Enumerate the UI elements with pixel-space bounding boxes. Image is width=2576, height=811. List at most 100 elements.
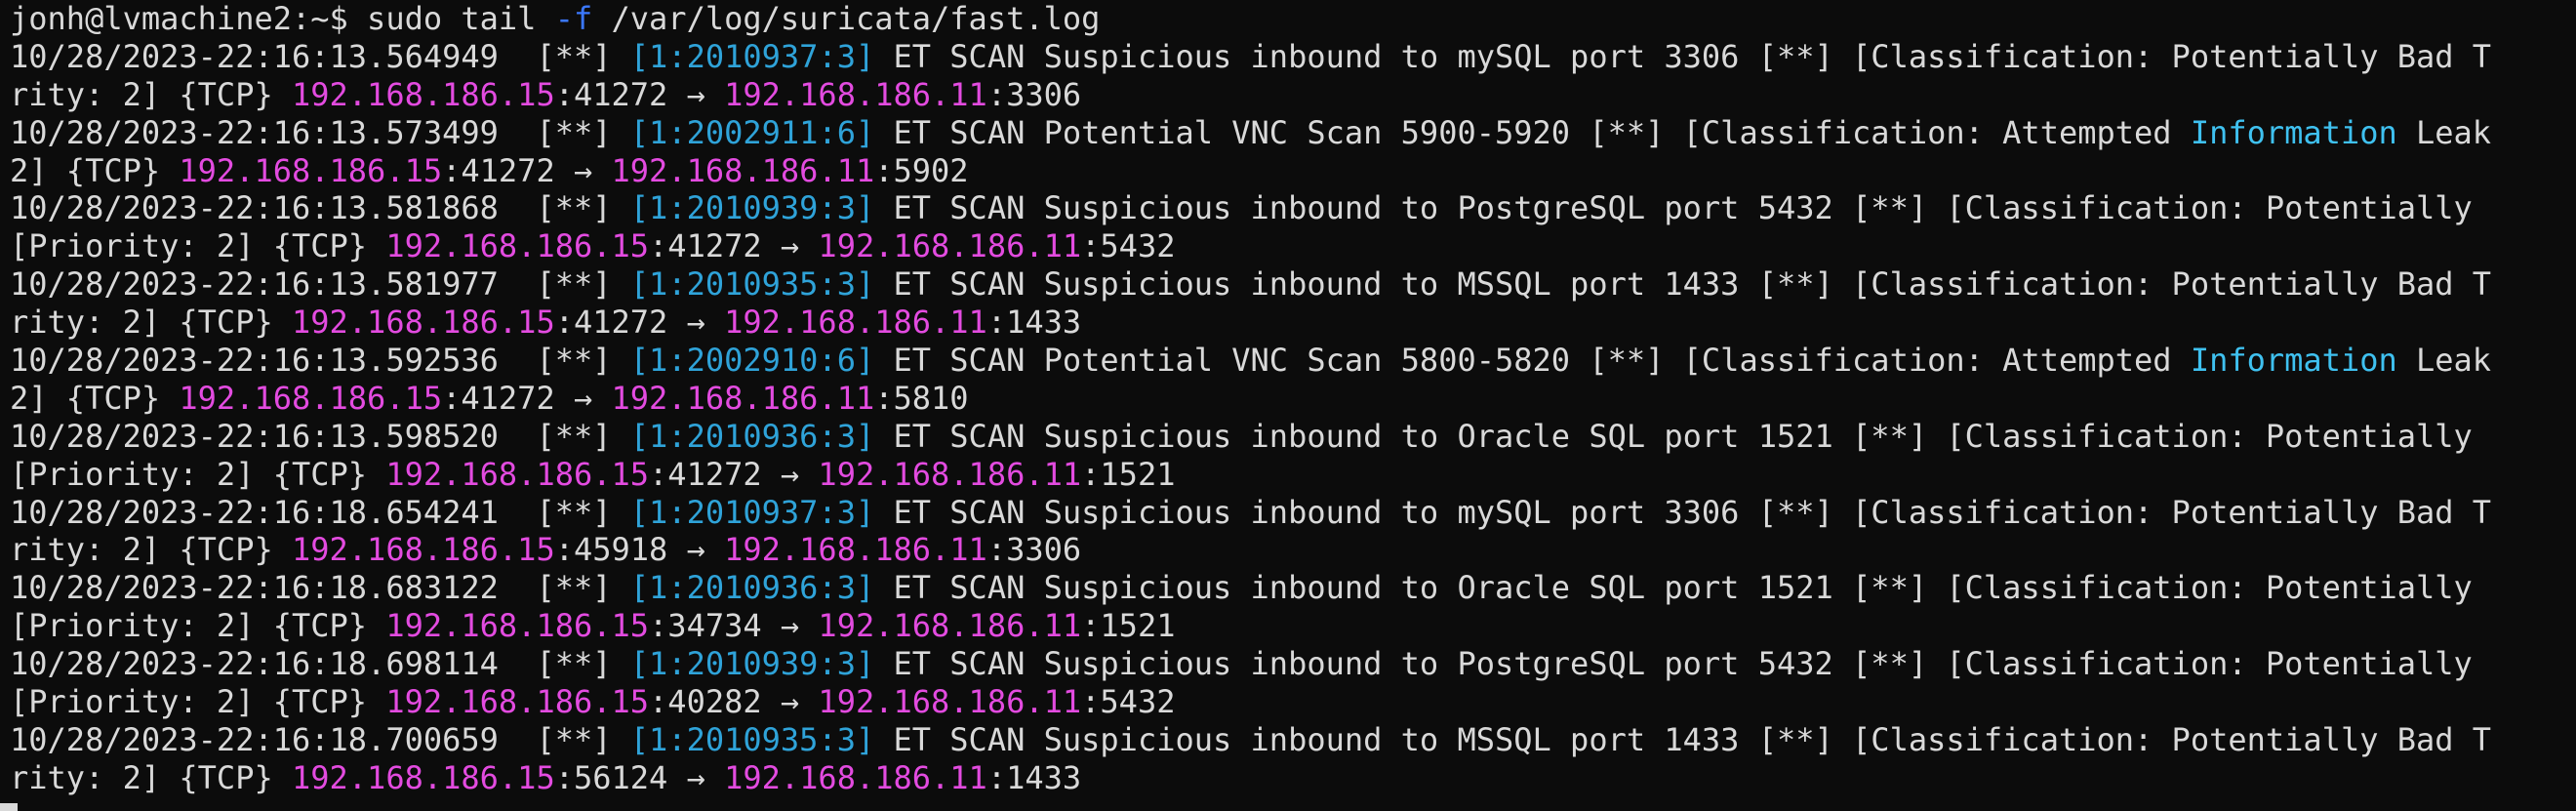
log-text: [Priority: 2] {TCP} (10, 455, 386, 493)
log-line: 10/28/2023-22:16:18.683122 [**] [1:20109… (10, 569, 2576, 607)
destination-ip: 192.168.186.11 (724, 75, 987, 113)
log-text: :41272 → (554, 304, 725, 342)
log-text: :41272 → (442, 379, 612, 417)
signature-id: [1:2010939:3] (629, 645, 875, 683)
source-ip: 192.168.186.15 (385, 607, 650, 645)
log-text: ET SCAN Suspicious inbound to Oracle SQL… (874, 417, 2473, 455)
log-text: rity: 2] {TCP} (10, 531, 292, 569)
log-text: rity: 2] {TCP} (10, 304, 292, 342)
log-text: :41272 → (442, 151, 612, 189)
log-line: [Priority: 2] {TCP} 192.168.186.15:34734… (10, 607, 2576, 645)
source-ip: 192.168.186.15 (291, 75, 555, 113)
command-flag: -f (554, 0, 593, 37)
terminal-cursor (0, 803, 18, 811)
command-prompt-line: jonh@lvmachine2:~$ sudo tail -f /var/log… (10, 0, 2576, 38)
log-line: 10/28/2023-22:16:13.581977 [**] [1:20109… (10, 265, 2576, 304)
source-ip: 192.168.186.15 (291, 758, 555, 796)
log-line: [Priority: 2] {TCP} 192.168.186.15:40282… (10, 683, 2576, 721)
signature-id: [1:2010935:3] (629, 265, 875, 304)
log-text: ET SCAN Potential VNC Scan 5800-5820 [**… (874, 342, 2191, 380)
log-line: rity: 2] {TCP} 192.168.186.15:41272 → 19… (10, 304, 2576, 342)
log-text: Leak (2396, 342, 2492, 380)
log-text: ET SCAN Suspicious inbound to mySQL port… (874, 493, 2492, 531)
terminal-window[interactable]: jonh@lvmachine2:~$ sudo tail -f /var/log… (0, 0, 2576, 811)
log-text: :41272 → (649, 455, 819, 493)
log-line: 10/28/2023-22:16:13.564949 [**] [1:20109… (10, 38, 2576, 76)
log-text: [Priority: 2] {TCP} (10, 227, 386, 265)
classification-highlight: Information (2190, 342, 2397, 380)
log-text: :41272 → (554, 75, 725, 113)
log-line: rity: 2] {TCP} 192.168.186.15:56124 → 19… (10, 759, 2576, 797)
log-text: 10/28/2023-22:16:13.564949 [**] (10, 37, 630, 75)
log-text: :41272 → (649, 227, 819, 265)
log-line: 10/28/2023-22:16:13.598520 [**] [1:20109… (10, 418, 2576, 456)
log-text: :5810 (874, 379, 969, 417)
source-ip: 192.168.186.15 (179, 379, 443, 417)
log-text: [Priority: 2] {TCP} (10, 607, 386, 645)
log-text: rity: 2] {TCP} (10, 758, 292, 796)
log-line: 10/28/2023-22:16:13.581868 [**] [1:20109… (10, 189, 2576, 227)
log-line: 10/28/2023-22:16:18.654241 [**] [1:20109… (10, 494, 2576, 532)
log-line: 10/28/2023-22:16:18.698114 [**] [1:20109… (10, 645, 2576, 683)
log-text: ET SCAN Potential VNC Scan 5900-5920 [**… (874, 113, 2191, 151)
destination-ip: 192.168.186.11 (611, 379, 875, 417)
log-text: :45918 → (554, 531, 725, 569)
destination-ip: 192.168.186.11 (611, 151, 875, 189)
log-text: :3306 (986, 75, 1082, 113)
log-text: :1521 (1081, 455, 1176, 493)
source-ip: 192.168.186.15 (179, 151, 443, 189)
log-text: 10/28/2023-22:16:18.683122 [**] (10, 569, 630, 607)
log-text: ET SCAN Suspicious inbound to mySQL port… (874, 37, 2492, 75)
log-text: ET SCAN Suspicious inbound to MSSQL port… (874, 720, 2492, 758)
log-text: ET SCAN Suspicious inbound to MSSQL port… (874, 265, 2492, 304)
signature-id: [1:2010936:3] (629, 569, 875, 607)
log-text: 2] {TCP} (10, 379, 180, 417)
log-text: Leak (2396, 113, 2492, 151)
destination-ip: 192.168.186.11 (818, 683, 1082, 721)
log-text: :40282 → (649, 683, 819, 721)
log-text: :34734 → (649, 607, 819, 645)
log-text: 2] {TCP} (10, 151, 180, 189)
signature-id: [1:2010937:3] (629, 37, 875, 75)
log-line: [Priority: 2] {TCP} 192.168.186.15:41272… (10, 456, 2576, 494)
log-text: 10/28/2023-22:16:18.698114 [**] (10, 645, 630, 683)
command-path: /var/log/suricata/fast.log (592, 0, 1101, 37)
log-line: rity: 2] {TCP} 192.168.186.15:45918 → 19… (10, 531, 2576, 569)
signature-id: [1:2002911:6] (629, 113, 875, 151)
log-text: rity: 2] {TCP} (10, 75, 292, 113)
log-text: :1521 (1081, 607, 1176, 645)
log-text: :3306 (986, 531, 1082, 569)
log-output: 10/28/2023-22:16:13.564949 [**] [1:20109… (10, 38, 2576, 797)
log-line: 10/28/2023-22:16:18.700659 [**] [1:20109… (10, 721, 2576, 759)
log-text: 10/28/2023-22:16:13.581868 [**] (10, 189, 630, 227)
source-ip: 192.168.186.15 (385, 227, 650, 265)
destination-ip: 192.168.186.11 (818, 607, 1082, 645)
source-ip: 192.168.186.15 (291, 531, 555, 569)
signature-id: [1:2010939:3] (629, 189, 875, 227)
log-text: 10/28/2023-22:16:13.581977 [**] (10, 265, 630, 304)
log-line: 2] {TCP} 192.168.186.15:41272 → 192.168.… (10, 152, 2576, 190)
signature-id: [1:2010936:3] (629, 417, 875, 455)
log-text: :1433 (986, 758, 1082, 796)
classification-highlight: Information (2190, 113, 2397, 151)
log-line: [Priority: 2] {TCP} 192.168.186.15:41272… (10, 227, 2576, 265)
log-line: 10/28/2023-22:16:13.573499 [**] [1:20029… (10, 114, 2576, 152)
log-text: 10/28/2023-22:16:13.598520 [**] (10, 417, 630, 455)
signature-id: [1:2010935:3] (629, 720, 875, 758)
log-text: :5432 (1081, 683, 1176, 721)
destination-ip: 192.168.186.11 (724, 304, 987, 342)
destination-ip: 192.168.186.11 (724, 758, 987, 796)
log-text: 10/28/2023-22:16:13.573499 [**] (10, 113, 630, 151)
log-text: :56124 → (554, 758, 725, 796)
log-line: 10/28/2023-22:16:13.592536 [**] [1:20029… (10, 342, 2576, 380)
log-text: :5902 (874, 151, 969, 189)
log-line: rity: 2] {TCP} 192.168.186.15:41272 → 19… (10, 76, 2576, 114)
destination-ip: 192.168.186.11 (818, 455, 1082, 493)
log-text: ET SCAN Suspicious inbound to Oracle SQL… (874, 569, 2473, 607)
destination-ip: 192.168.186.11 (818, 227, 1082, 265)
log-text: 10/28/2023-22:16:18.654241 [**] (10, 493, 630, 531)
log-text: 10/28/2023-22:16:18.700659 [**] (10, 720, 630, 758)
source-ip: 192.168.186.15 (291, 304, 555, 342)
source-ip: 192.168.186.15 (385, 683, 650, 721)
log-text: ET SCAN Suspicious inbound to PostgreSQL… (874, 645, 2473, 683)
